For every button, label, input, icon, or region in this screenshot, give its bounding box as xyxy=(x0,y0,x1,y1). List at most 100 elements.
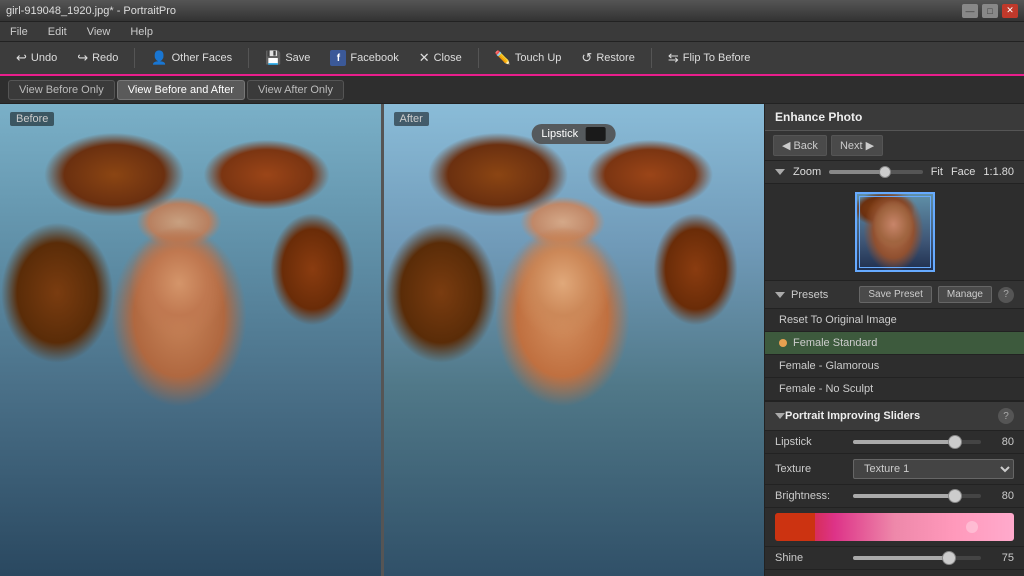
toolbar-separator-3 xyxy=(478,48,479,68)
enhance-title: Enhance Photo xyxy=(775,110,862,124)
zoom-value: 1:1.80 xyxy=(983,166,1014,178)
back-arrow-icon: ◀ xyxy=(782,139,790,152)
texture-label: Texture xyxy=(775,463,845,475)
presets-help-button[interactable]: ? xyxy=(998,287,1014,303)
view-after-only-button[interactable]: View After Only xyxy=(247,80,344,100)
preset-female-standard[interactable]: Female Standard xyxy=(765,332,1024,355)
zoom-row: Zoom Fit Face 1:1.80 xyxy=(765,161,1024,184)
minimize-button[interactable]: — xyxy=(962,4,978,18)
shine-slider-thumb[interactable] xyxy=(942,551,956,565)
presets-expand-icon[interactable] xyxy=(775,292,785,298)
preset-female-standard-label: Female Standard xyxy=(793,337,877,349)
brightness-slider-track[interactable] xyxy=(853,494,981,498)
after-label: After xyxy=(394,112,429,126)
preset-reset[interactable]: Reset To Original Image xyxy=(765,309,1024,332)
redo-icon: ↪ xyxy=(77,50,88,66)
zoom-thumb[interactable] xyxy=(879,166,891,178)
person-icon: 👤 xyxy=(151,50,167,66)
menu-help[interactable]: Help xyxy=(126,24,157,40)
lipstick-tooltip-text: Lipstick xyxy=(541,128,578,140)
color-gradient-bar[interactable] xyxy=(775,513,1014,541)
preset-dot-icon xyxy=(779,339,787,347)
brightness-slider-value: 80 xyxy=(989,490,1014,502)
image-area: Before After Lipstick xyxy=(0,104,764,576)
window-controls: — □ ✕ xyxy=(962,4,1018,18)
brightness-slider-fill xyxy=(853,494,955,498)
nav-row: ◀ Back Next ▶ xyxy=(765,131,1024,161)
shine-slider-row: Shine 75 xyxy=(765,547,1024,570)
shine-slider-label: Shine xyxy=(775,552,845,564)
hair-after-overlay xyxy=(384,104,765,576)
main-content: Before After Lipstick Enhance Photo xyxy=(0,104,1024,576)
maximize-button[interactable]: □ xyxy=(982,4,998,18)
hair-before-overlay xyxy=(0,104,381,576)
view-before-and-after-button[interactable]: View Before and After xyxy=(117,80,245,100)
preset-female-no-sculpt-label: Female - No Sculpt xyxy=(779,383,873,395)
close-icon: ✕ xyxy=(419,50,430,66)
thumbnail-area xyxy=(765,184,1024,281)
view-bar: View Before Only View Before and After V… xyxy=(0,76,1024,104)
redo-button[interactable]: ↪ Redo xyxy=(69,46,126,70)
close-button[interactable]: ✕ Close xyxy=(411,46,470,70)
cursor-indicator xyxy=(966,521,978,533)
before-image xyxy=(0,104,381,576)
thumbnail-border xyxy=(859,196,931,268)
preset-female-no-sculpt[interactable]: Female - No Sculpt xyxy=(765,378,1024,401)
menu-view[interactable]: View xyxy=(83,24,115,40)
brush-icon: ✏️ xyxy=(495,50,511,66)
face-label[interactable]: Face xyxy=(951,166,975,178)
shine-slider-value: 75 xyxy=(989,552,1014,564)
lipstick-color-swatch[interactable] xyxy=(586,127,606,141)
window-close-button[interactable]: ✕ xyxy=(1002,4,1018,18)
toolbar-separator-2 xyxy=(248,48,249,68)
sliders-title: Portrait Improving Sliders xyxy=(785,410,998,422)
texture-row: Texture Texture 1 xyxy=(765,454,1024,485)
sliders-header: Portrait Improving Sliders ? xyxy=(765,401,1024,431)
menu-file[interactable]: File xyxy=(6,24,32,40)
sliders-expand-icon[interactable] xyxy=(775,413,785,419)
manage-presets-button[interactable]: Manage xyxy=(938,286,992,303)
toolbar-separator-1 xyxy=(134,48,135,68)
zoom-label: Zoom xyxy=(793,166,821,178)
flip-icon: ⇆ xyxy=(668,50,679,66)
preset-female-glamorous-label: Female - Glamorous xyxy=(779,360,879,372)
lipstick-slider-thumb[interactable] xyxy=(948,435,962,449)
presets-label: Presets xyxy=(791,289,853,301)
title-bar: girl-919048_1920.jpg* - PortraitPro — □ … xyxy=(0,0,1024,22)
color-bar-left xyxy=(775,513,815,541)
undo-button[interactable]: ↩ Undo xyxy=(8,46,65,70)
zoom-triangle-icon xyxy=(775,169,785,175)
right-panel: Enhance Photo ◀ Back Next ▶ Zoom Fit Fac… xyxy=(764,104,1024,576)
texture-select[interactable]: Texture 1 xyxy=(853,459,1014,479)
lipstick-slider-value: 80 xyxy=(989,436,1014,448)
lipstick-slider-row: Lipstick 80 xyxy=(765,431,1024,454)
lipstick-slider-track[interactable] xyxy=(853,440,981,444)
after-panel: After Lipstick xyxy=(384,104,765,576)
brightness-slider-thumb[interactable] xyxy=(948,489,962,503)
sliders-help-button[interactable]: ? xyxy=(998,408,1014,424)
face-thumbnail xyxy=(855,192,935,272)
save-preset-button[interactable]: Save Preset xyxy=(859,286,931,303)
shine-slider-track[interactable] xyxy=(853,556,981,560)
preset-reset-label: Reset To Original Image xyxy=(779,314,897,326)
restore-button[interactable]: ↺ Restore xyxy=(573,46,642,70)
lipstick-slider-label: Lipstick xyxy=(775,436,845,448)
facebook-button[interactable]: f Facebook xyxy=(322,46,406,70)
menu-edit[interactable]: Edit xyxy=(44,24,71,40)
back-button[interactable]: ◀ Back xyxy=(773,135,827,156)
save-icon: 💾 xyxy=(265,50,281,66)
lipstick-slider-fill xyxy=(853,440,955,444)
zoom-slider[interactable] xyxy=(829,170,923,174)
save-button[interactable]: 💾 Save xyxy=(257,46,318,70)
restore-icon: ↺ xyxy=(581,50,592,66)
next-arrow-icon: ▶ xyxy=(866,139,874,152)
next-button[interactable]: Next ▶ xyxy=(831,135,883,156)
flip-to-before-button[interactable]: ⇆ Flip To Before xyxy=(660,46,759,70)
touch-up-button[interactable]: ✏️ Touch Up xyxy=(487,46,570,70)
preset-female-glamorous[interactable]: Female - Glamorous xyxy=(765,355,1024,378)
enhance-header: Enhance Photo xyxy=(765,104,1024,131)
fit-label[interactable]: Fit xyxy=(931,166,943,178)
other-faces-button[interactable]: 👤 Other Faces xyxy=(143,46,240,70)
shine-slider-fill xyxy=(853,556,949,560)
view-before-only-button[interactable]: View Before Only xyxy=(8,80,115,100)
